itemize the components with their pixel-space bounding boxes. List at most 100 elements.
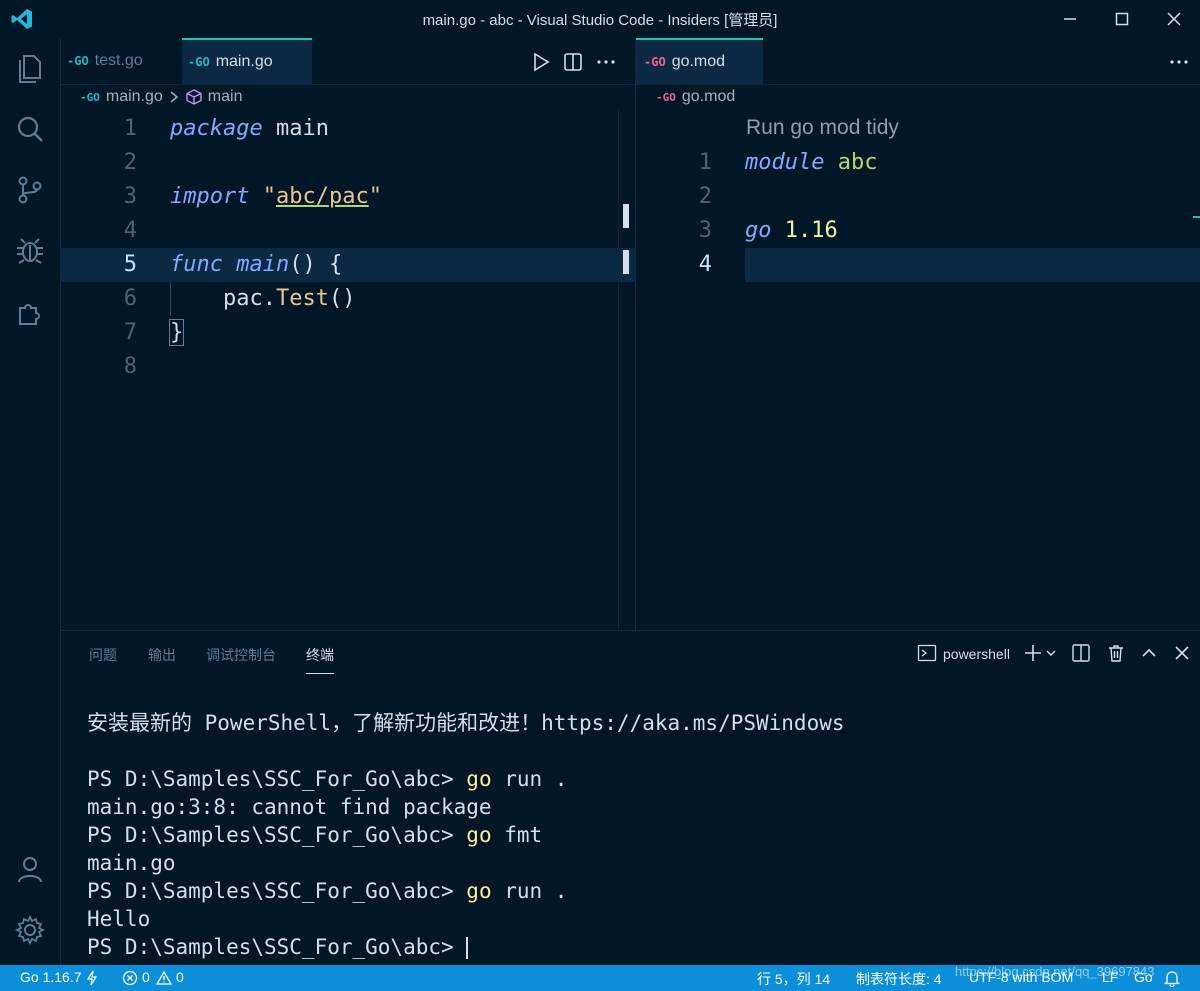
settings-gear-icon[interactable] <box>14 914 46 946</box>
split-terminal-icon[interactable] <box>1071 643 1091 663</box>
line-number: 8 <box>123 354 137 379</box>
error-count[interactable]: 0 <box>142 969 150 985</box>
tab-test-go[interactable]: -GO test.go <box>67 38 182 84</box>
line-number: 4 <box>123 218 137 243</box>
keyword: func <box>170 252 223 277</box>
close-button[interactable] <box>1148 0 1200 38</box>
code-line: import "abc/pac" <box>170 180 382 214</box>
breadcrumb: -GO main.go main <box>80 84 242 110</box>
tab-go-mod[interactable]: -GO go.mod <box>636 38 763 84</box>
prompt: PS D:\Samples\SSC_For_Go\abc> <box>87 879 467 903</box>
line-number: 7 <box>123 320 137 345</box>
breadcrumb-symbol[interactable]: main <box>208 88 243 106</box>
close-panel-icon[interactable] <box>1172 643 1192 663</box>
activity-bar <box>0 38 61 965</box>
go-version-status[interactable]: Go 1.16.7 <box>20 969 82 985</box>
overview-ruler-marker <box>623 250 629 274</box>
window-title: main.go - abc - Visual Studio Code - Ins… <box>422 12 778 29</box>
line-number: 2 <box>123 150 137 175</box>
line-number: 3 <box>123 184 137 209</box>
cursor-position[interactable]: 行 5，列 14 <box>757 969 830 989</box>
tab-output[interactable]: 输出 <box>148 645 176 665</box>
terminal-line: main.go:3:8: cannot find package <box>87 795 492 819</box>
run-icon[interactable] <box>530 51 552 73</box>
code-line: module abc <box>745 146 877 180</box>
code-text: " <box>249 184 276 209</box>
tab-problems[interactable]: 问题 <box>89 645 117 665</box>
breadcrumb-file[interactable]: go.mod <box>682 88 735 106</box>
overview-ruler-marker <box>1193 216 1200 218</box>
go-mod-file-icon: -GO <box>656 90 676 104</box>
trash-icon[interactable] <box>1106 643 1126 663</box>
error-icon[interactable] <box>122 970 138 986</box>
code-line: go 1.16 <box>745 214 838 248</box>
warning-icon[interactable] <box>156 970 172 986</box>
right-editor-tabs: -GO go.mod <box>636 38 1200 85</box>
debug-icon[interactable] <box>14 234 46 266</box>
terminal-cursor <box>466 937 469 959</box>
terminal-line: Hello <box>87 907 151 931</box>
more-actions-icon[interactable] <box>595 51 617 73</box>
command-args: run . <box>491 879 568 903</box>
prompt: PS D:\Samples\SSC_For_Go\abc> <box>87 823 467 847</box>
indentation[interactable]: 制表符长度: 4 <box>856 969 942 989</box>
extensions-icon[interactable] <box>14 296 46 328</box>
code-line: } <box>168 316 185 350</box>
terminal-line: PS D:\Samples\SSC_For_Go\abc> go run . <box>87 765 845 793</box>
account-icon[interactable] <box>14 854 46 886</box>
terminal-line: main.go <box>87 851 176 875</box>
tab-main-go[interactable]: -GO main.go <box>182 38 312 84</box>
maximize-panel-chevron-up-icon[interactable] <box>1139 643 1159 663</box>
code-text: } <box>168 319 185 346</box>
command: go <box>466 767 492 791</box>
new-terminal-plus-icon[interactable] <box>1023 643 1043 663</box>
import-path[interactable]: abc/pac <box>276 184 369 209</box>
warning-count[interactable]: 0 <box>176 969 184 985</box>
more-actions-icon[interactable] <box>1168 51 1190 73</box>
code-text: () { <box>289 252 343 277</box>
breadcrumb-file[interactable]: main.go <box>106 88 163 106</box>
code-text: 1.16 <box>771 218 838 243</box>
code-line: package main <box>170 112 329 146</box>
tab-label: go.mod <box>671 53 726 70</box>
scrollbar-track[interactable] <box>618 110 619 630</box>
left-editor-tabs: -GO test.go -GO main.go <box>61 38 635 85</box>
status-bar: Go 1.16.7 0 0 行 5，列 14 制表符长度: 4 UTF-8 wi… <box>0 964 1200 991</box>
terminal-output[interactable]: 安装最新的 PowerShell，了解新功能和改进！https://aka.ms… <box>87 709 845 961</box>
right-code-editor[interactable]: 1 2 3 4 module abc go 1.16 <box>636 144 1200 630</box>
source-control-icon[interactable] <box>14 174 46 206</box>
line-number: 2 <box>698 184 712 209</box>
minimize-icon <box>1064 18 1076 20</box>
chevron-right-icon <box>170 91 178 103</box>
minimize-button[interactable] <box>1044 0 1096 38</box>
tab-debug-console[interactable]: 调试控制台 <box>206 645 276 665</box>
keyword: go <box>745 218 772 243</box>
code-text: abc <box>824 150 878 175</box>
code-line: pac.Test() <box>170 282 355 316</box>
maximize-button[interactable] <box>1096 0 1148 38</box>
codelens-run-go-mod-tidy[interactable]: Run go mod tidy <box>746 116 899 140</box>
command: go <box>466 879 492 903</box>
line-number: 1 <box>698 150 712 175</box>
lightning-icon[interactable] <box>86 970 98 986</box>
split-editor-icon[interactable] <box>562 51 584 73</box>
notifications-bell-icon[interactable] <box>1164 969 1180 987</box>
left-code-editor[interactable]: 1 2 3 4 5 6 7 8 package main import "abc… <box>61 110 635 630</box>
code-text: " <box>368 184 382 209</box>
maximize-icon <box>1115 12 1129 26</box>
tab-label: test.go <box>94 52 143 69</box>
chevron-down-icon[interactable] <box>1045 647 1057 659</box>
line-number: 1 <box>123 116 137 141</box>
prompt: PS D:\Samples\SSC_For_Go\abc> <box>87 767 467 791</box>
line-number: 4 <box>698 252 712 277</box>
terminal-selector[interactable]: powershell <box>943 646 1010 662</box>
search-icon[interactable] <box>14 114 46 146</box>
terminal-line: PS D:\Samples\SSC_For_Go\abc> <box>87 933 845 961</box>
command-args: fmt <box>491 823 543 847</box>
tab-terminal[interactable]: 终端 <box>306 645 334 674</box>
explorer-icon[interactable] <box>14 52 46 84</box>
terminal-panel: 问题 输出 调试控制台 终端 powershell 安装最新的 PowerShe… <box>61 630 1200 966</box>
terminal-line: 安装最新的 PowerShell，了解新功能和改进！https://aka.ms… <box>87 711 845 735</box>
function-name: main <box>222 252 290 277</box>
